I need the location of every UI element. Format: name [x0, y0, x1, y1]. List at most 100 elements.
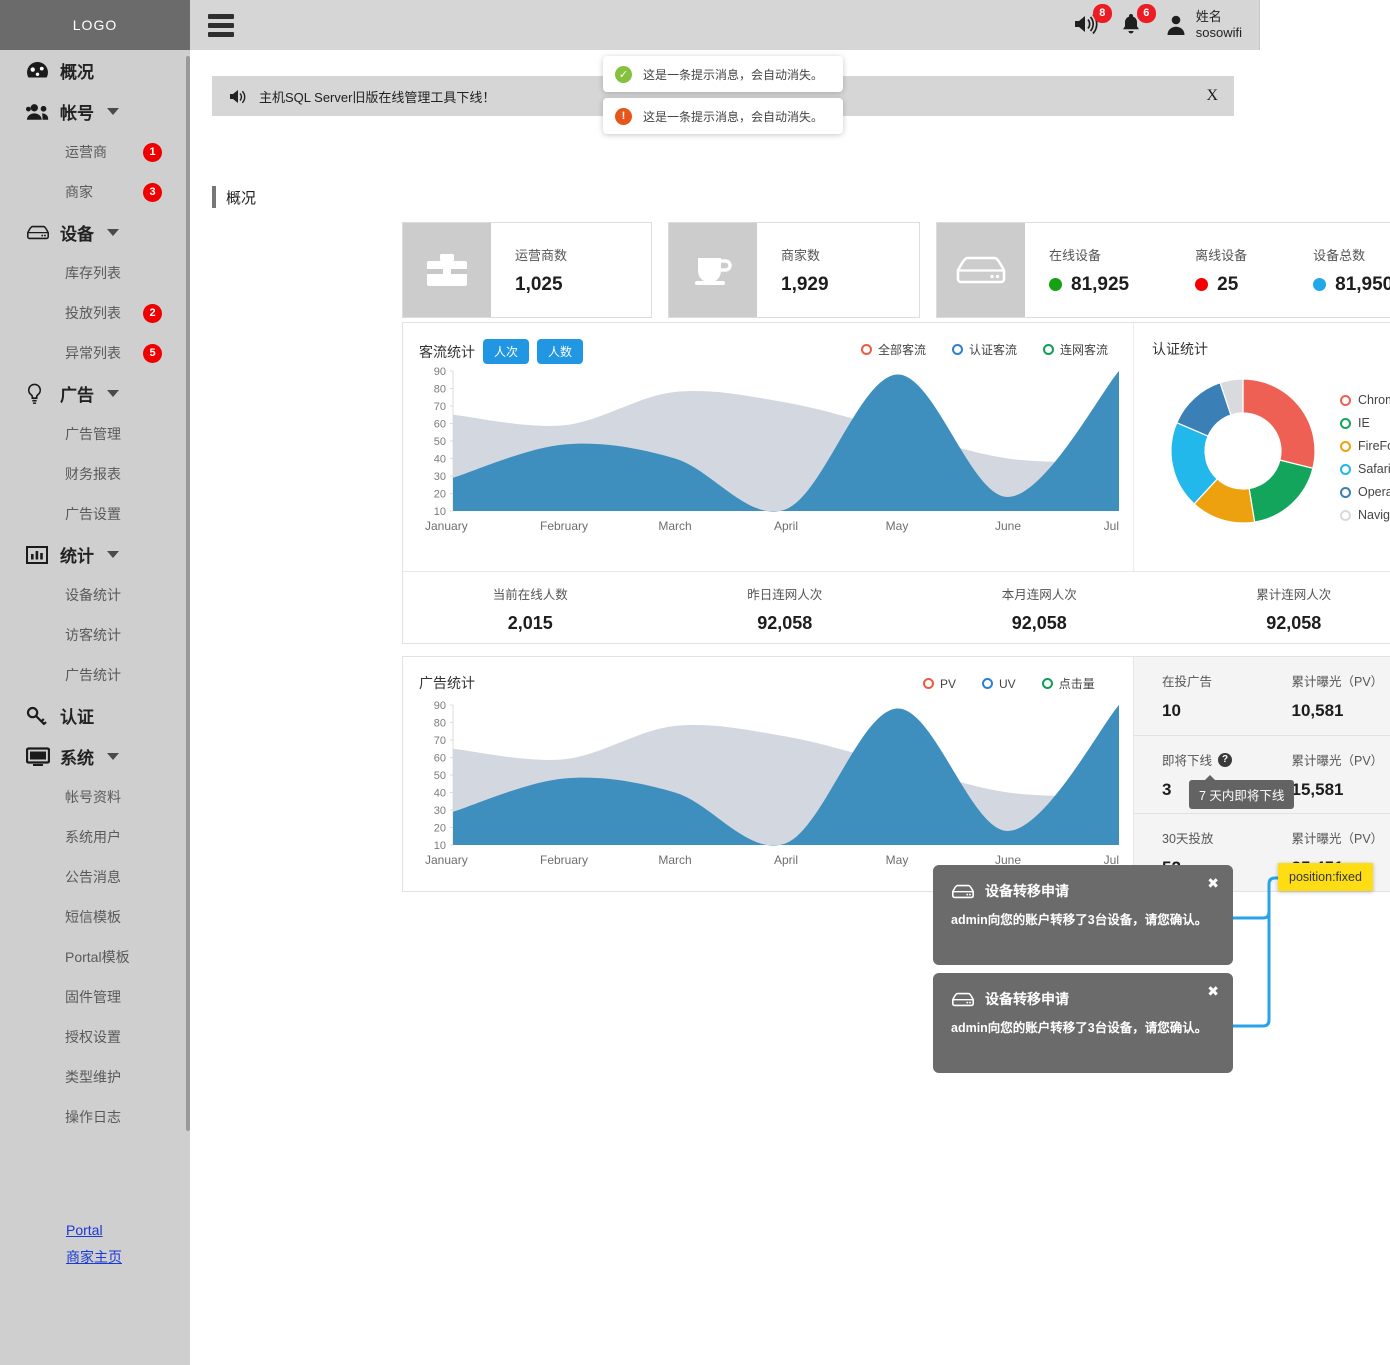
svg-text:10: 10	[434, 506, 446, 518]
sidebar-item-4-2[interactable]: 广告统计	[0, 655, 190, 695]
sidebar-item-label: 库存列表	[65, 265, 121, 281]
sidebar-item-3-2[interactable]: 广告设置	[0, 494, 190, 534]
stat-value: 81,950	[1335, 273, 1390, 295]
stat-label: 在线设备	[1049, 247, 1102, 263]
sidebar-item-1-1[interactable]: 商家 3	[0, 172, 190, 212]
ads-panel: 广告统计 PV UV 点击量 10 20 30 40 50 60 70 80 90 January…	[402, 656, 1390, 892]
stat-card-merchants[interactable]: 商家数 1,929	[668, 222, 920, 318]
tab-person-count[interactable]: 人数	[537, 339, 584, 364]
donut-legend-item-Navigator[interactable]: Navigator	[1340, 508, 1390, 522]
svg-text:January: January	[425, 519, 468, 533]
hamburger-icon[interactable]	[208, 14, 234, 41]
legend-item-clicks[interactable]: 点击量	[1041, 675, 1095, 692]
stat-card-operators[interactable]: 运营商数 1,025	[402, 222, 652, 318]
sidebar-group-5[interactable]: 认证	[0, 695, 190, 736]
bell-icon[interactable]: 6	[1120, 3, 1156, 38]
sidebar-item-3-0[interactable]: 广告管理	[0, 414, 190, 454]
toast-text: 这是一条提示消息，会自动消失。	[643, 67, 824, 82]
legend-item-pv[interactable]: PV	[923, 677, 956, 691]
summary-col-0: 当前在线人数 2,015	[403, 572, 658, 643]
legend-label: UV	[999, 676, 1016, 691]
close-icon[interactable]: ✖	[1207, 983, 1219, 1000]
donut-legend-item-IE[interactable]: IE	[1340, 416, 1390, 430]
ads-stats-panel: 在投广告 10 累计曝光（PV） 10,581 即将下线? 3 累计曝光（PV） 15,581…	[1133, 657, 1390, 891]
logo[interactable]: LOGO	[0, 0, 190, 50]
chevron-down-icon[interactable]	[107, 108, 119, 115]
svg-text:February: February	[540, 853, 588, 867]
donut-slice-IE[interactable]	[1248, 459, 1314, 523]
sidebar-group-label: 概况	[60, 63, 94, 82]
sidebar-item-6-5[interactable]: 固件管理	[0, 977, 190, 1017]
sidebar-item-2-0[interactable]: 库存列表	[0, 253, 190, 293]
summary-value: 92,058	[757, 613, 813, 633]
ads-cell-right: 累计曝光（PV） 10,581	[1292, 671, 1390, 735]
sidebar-item-2-2[interactable]: 异常列表 5	[0, 333, 190, 373]
legend-ring-icon	[1340, 417, 1351, 429]
stat-value: 81,925	[1071, 273, 1130, 295]
sidebar-group-2[interactable]: 设备	[0, 212, 190, 253]
device-toast-title: 设备转移申请	[985, 883, 1069, 899]
sidebar-item-6-2[interactable]: 公告消息	[0, 857, 190, 897]
legend-item-all[interactable]: 全部客流	[861, 341, 926, 358]
status-dot-total	[1313, 278, 1327, 291]
sidebar-item-6-8[interactable]: 操作日志	[0, 1097, 190, 1137]
sidebar-item-6-3[interactable]: 短信模板	[0, 897, 190, 937]
donut-legend-item-Opera[interactable]: Opera	[1340, 485, 1390, 499]
sidebar-group-label: 认证	[60, 708, 94, 727]
summary-label: 昨日连网人次	[747, 588, 823, 602]
ads-area-chart[interactable]: 10 20 30 40 50 60 70 80 90 January February March Ap…	[419, 699, 1125, 874]
sidebar-item-1-0[interactable]: 运营商 1	[0, 132, 190, 172]
device-toast-head: 设备转移申请	[951, 881, 1215, 901]
traffic-area-chart[interactable]: 10 20 30 40 50 60 70 80 90 January February March Ap…	[419, 365, 1125, 540]
sidebar-link-0[interactable]: Portal	[66, 1222, 122, 1238]
bell-badge: 6	[1136, 3, 1156, 23]
legend-item-uv[interactable]: UV	[982, 677, 1016, 691]
sidebar-item-6-7[interactable]: 类型维护	[0, 1057, 190, 1097]
tab-person-times[interactable]: 人次	[483, 339, 530, 364]
svg-text:90: 90	[434, 366, 446, 378]
summary-label: 累计连网人次	[1256, 588, 1332, 602]
donut-legend-item-Chrome[interactable]: Chrome	[1340, 393, 1390, 407]
sidebar-item-6-1[interactable]: 系统用户	[0, 817, 190, 857]
sidebar-group-6[interactable]: 系统	[0, 736, 190, 777]
help-icon[interactable]: ?	[1218, 752, 1233, 767]
donut-legend-item-Safari[interactable]: Safari	[1340, 462, 1390, 476]
sidebar-item-6-0[interactable]: 帐号资料	[0, 777, 190, 817]
warning-icon: !	[615, 107, 632, 125]
stat-value-wrap: 81,950	[1313, 274, 1390, 296]
donut-legend-item-FireFox[interactable]: FireFox	[1340, 439, 1390, 453]
sidebar-item-4-0[interactable]: 设备统计	[0, 575, 190, 615]
sidebar-group-4[interactable]: 统计	[0, 534, 190, 575]
chevron-down-icon[interactable]	[107, 753, 119, 760]
legend-item-auth[interactable]: 认证客流	[952, 341, 1017, 358]
sidebar-item-6-6[interactable]: 授权设置	[0, 1017, 190, 1057]
svg-text:20: 20	[434, 823, 446, 835]
sidebar-item-4-1[interactable]: 访客统计	[0, 615, 190, 655]
close-icon[interactable]: ✖	[1207, 875, 1219, 892]
stat-col-total: 设备总数 81,950	[1313, 245, 1390, 296]
svg-text:10: 10	[434, 840, 446, 852]
chevron-down-icon[interactable]	[107, 551, 119, 558]
sidebar-link-1[interactable]: 商家主页	[66, 1247, 122, 1267]
sidebar-group-0[interactable]: 概况	[0, 50, 190, 91]
sidebar-item-2-1[interactable]: 投放列表 2	[0, 293, 190, 333]
ads-value: 10,581	[1291, 701, 1344, 720]
donut-slice-Chrome[interactable]	[1242, 378, 1316, 470]
speaker-icon[interactable]: 8	[1072, 3, 1112, 38]
sidebar-group-3[interactable]: 广告	[0, 373, 190, 414]
sidebar-group-1[interactable]: 帐号	[0, 91, 190, 132]
main-content: 主机SQL Server旧版在线管理工具下线！ X 概况 运营商数 1,025 …	[190, 50, 1390, 1365]
auth-donut-chart[interactable]	[1148, 363, 1348, 546]
stat-card-devices[interactable]: 在线设备 81,925 离线设备 25 设备总数 81,950	[936, 222, 1390, 318]
summary-col-2: 本月连网人次 92,058	[912, 572, 1167, 643]
legend-item-online[interactable]: 连网客流	[1043, 341, 1108, 358]
user-menu[interactable]: 姓名 sosowifi	[1164, 9, 1242, 41]
chevron-down-icon[interactable]	[107, 390, 119, 397]
stat-label: 离线设备	[1195, 247, 1248, 263]
sidebar-item-3-1[interactable]: 财务报表	[0, 454, 190, 494]
chevron-down-icon[interactable]	[107, 229, 119, 236]
sidebar-item-6-4[interactable]: Portal模板	[0, 937, 190, 977]
notice-close-button[interactable]: X	[1206, 87, 1218, 105]
svg-text:May: May	[886, 519, 909, 533]
briefcase-icon	[403, 223, 491, 317]
